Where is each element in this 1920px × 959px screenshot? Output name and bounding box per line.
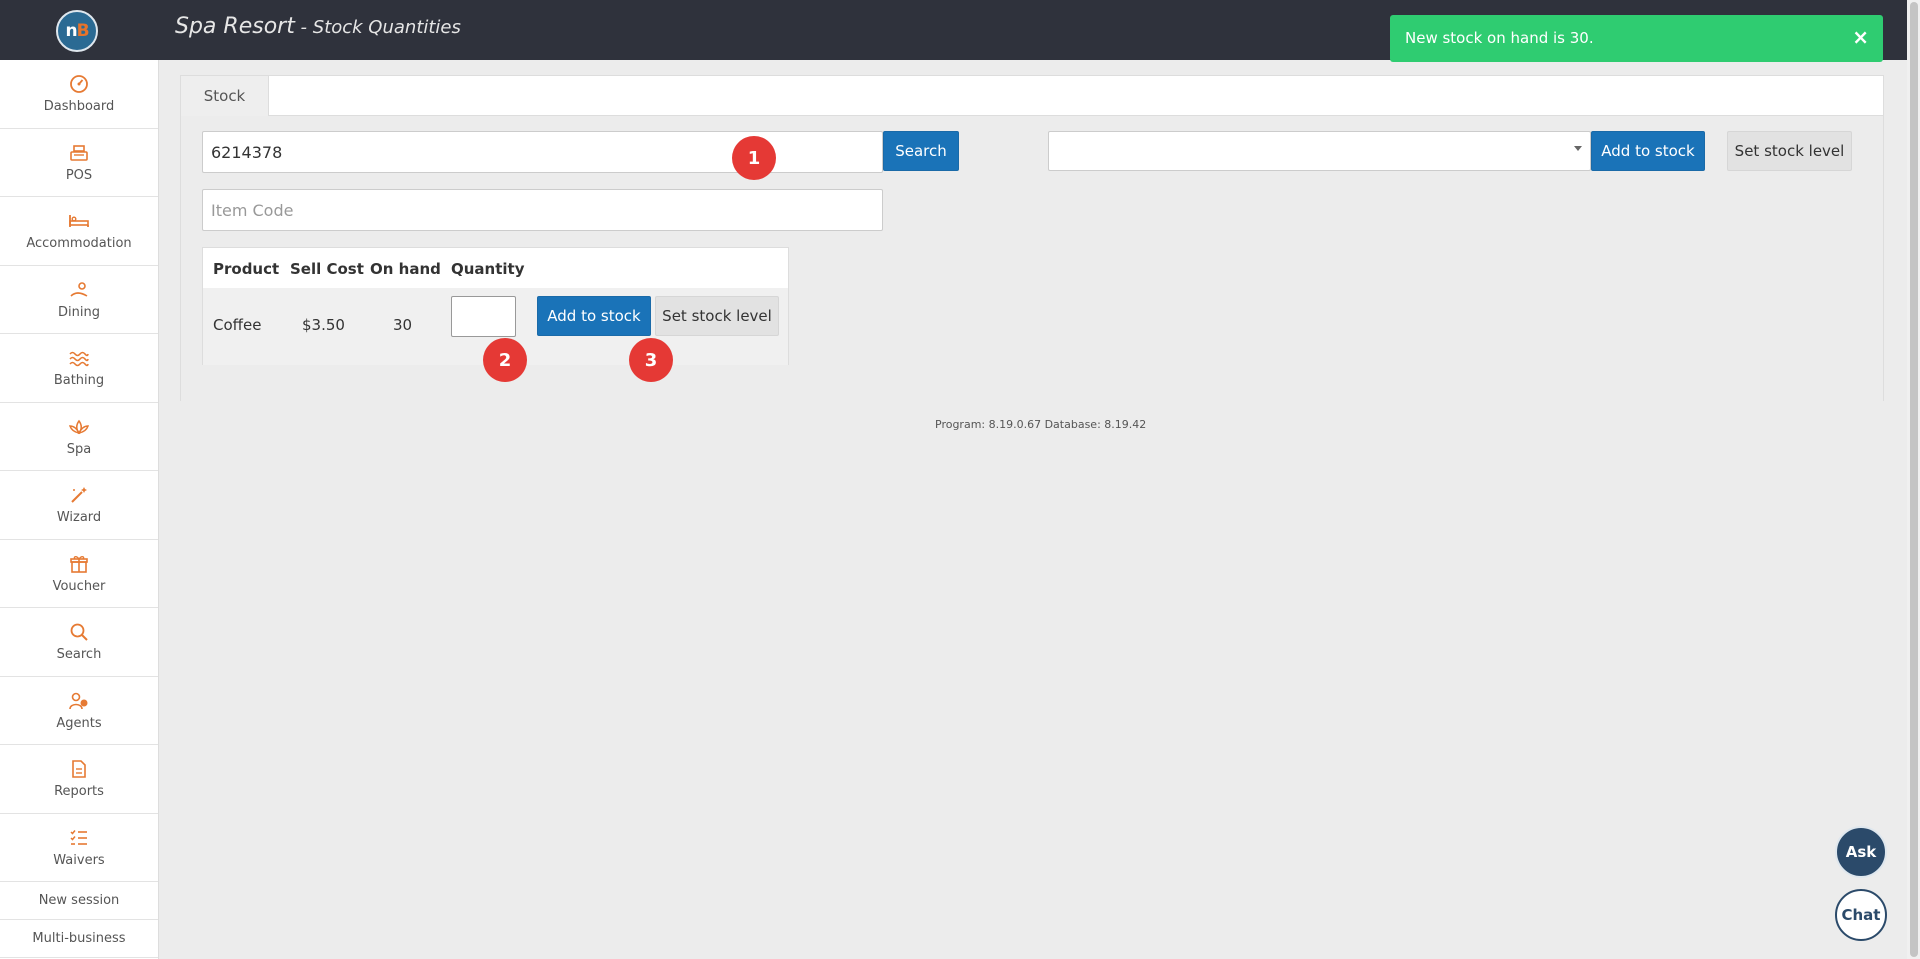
- sidebar-item-label: Reports: [54, 784, 104, 800]
- page-subtitle: - Stock Quantities: [294, 17, 461, 38]
- item-code-field[interactable]: Item Code: [202, 189, 883, 231]
- sidebar-item-reports[interactable]: Reports: [0, 745, 158, 814]
- sidebar-item-accommodation[interactable]: Accommodation: [0, 197, 158, 266]
- column-header: Quantity: [451, 260, 525, 278]
- checklist-icon: [68, 827, 90, 849]
- sidebar-item-label: Search: [56, 647, 102, 663]
- sidebar-item-dashboard[interactable]: Dashboard: [0, 60, 158, 129]
- stock-content: 6214378 Search Item Code Add to stock Se…: [181, 116, 1883, 401]
- sidebar: Dashboard POS Accommodation Dining Bathi…: [0, 60, 159, 959]
- product-cell: Coffee: [213, 316, 262, 334]
- scrollbar-thumb[interactable]: [1910, 2, 1918, 957]
- on-hand-cell: 30: [393, 316, 413, 334]
- register-icon: [68, 142, 90, 164]
- quantity-field[interactable]: [451, 296, 516, 337]
- agents-icon: [68, 690, 90, 712]
- sidebar-item-waivers[interactable]: Waivers: [0, 814, 158, 882]
- chevron-down-icon: [1574, 146, 1582, 151]
- tab-bar: Stock: [181, 76, 1883, 116]
- sidebar-item-label: Accommodation: [26, 236, 132, 252]
- stock-panel: Stock 6214378 Search Item Code Add to st…: [180, 75, 1884, 401]
- column-header: Sell Cost: [290, 260, 364, 278]
- sidebar-item-agents[interactable]: Agents: [0, 677, 158, 745]
- magic-wand-icon: [68, 484, 90, 506]
- tab-stock[interactable]: Stock: [181, 76, 269, 116]
- column-header: On hand: [370, 260, 441, 278]
- sidebar-item-label: Waivers: [53, 852, 105, 868]
- sidebar-item-bathing[interactable]: Bathing: [0, 334, 158, 403]
- gauge-icon: [68, 73, 90, 95]
- add-to-stock-button[interactable]: Add to stock: [537, 296, 651, 336]
- sidebar-item-pos[interactable]: POS: [0, 129, 158, 197]
- report-icon: [68, 758, 90, 780]
- sidebar-item-label: Bathing: [53, 373, 105, 389]
- app-logo[interactable]: nB: [56, 10, 98, 52]
- sidebar-item-label: Voucher: [52, 578, 106, 594]
- step-badge-2: 2: [483, 338, 527, 382]
- sidebar-item-search[interactable]: Search: [0, 608, 158, 677]
- waves-icon: [68, 347, 90, 369]
- gift-icon: [68, 553, 90, 575]
- sidebar-item-label: Dining: [58, 304, 100, 320]
- sidebar-item-label: Dashboard: [43, 99, 115, 115]
- search-input[interactable]: 6214378: [202, 131, 883, 173]
- sidebar-item-label: Agents: [56, 715, 102, 731]
- logo-text: nB: [65, 21, 89, 41]
- ask-button[interactable]: Ask: [1835, 826, 1887, 878]
- search-button[interactable]: Search: [883, 131, 959, 171]
- sell-cost-cell: $3.50: [302, 316, 345, 334]
- step-badge-3: 3: [629, 338, 673, 382]
- sidebar-item-label: Spa: [66, 441, 92, 457]
- sidebar-item-spa[interactable]: Spa: [0, 403, 158, 471]
- dining-icon: [68, 279, 90, 301]
- resort-name: Spa Resort: [175, 14, 295, 39]
- success-toast: New stock on hand is 30. ×: [1390, 15, 1883, 62]
- close-icon[interactable]: ×: [1852, 25, 1869, 49]
- bed-icon: [68, 210, 90, 232]
- toast-message: New stock on hand is 30.: [1405, 29, 1594, 47]
- set-stock-level-button-top[interactable]: Set stock level: [1727, 131, 1852, 171]
- search-icon: [68, 621, 90, 643]
- multi-business-link[interactable]: Multi-business: [0, 920, 158, 958]
- version-info: Program: 8.19.0.67 Database: 8.19.42: [935, 418, 1147, 431]
- sidebar-item-voucher[interactable]: Voucher: [0, 540, 158, 608]
- new-session-link[interactable]: New session: [0, 882, 158, 920]
- column-header: Product: [213, 260, 280, 278]
- lotus-icon: [68, 416, 90, 438]
- step-badge-1: 1: [732, 136, 776, 180]
- sidebar-item-label: Wizard: [56, 510, 102, 526]
- set-stock-level-button[interactable]: Set stock level: [655, 296, 779, 336]
- table-header: Product Sell Cost On hand Quantity: [203, 248, 788, 288]
- page-title: Spa Resort - Stock Quantities: [175, 14, 461, 39]
- add-to-stock-button-top[interactable]: Add to stock: [1591, 131, 1705, 171]
- chat-button[interactable]: Chat: [1835, 889, 1887, 941]
- sidebar-item-dining[interactable]: Dining: [0, 266, 158, 334]
- sidebar-item-wizard[interactable]: Wizard: [0, 471, 158, 540]
- product-select[interactable]: [1048, 131, 1591, 171]
- scrollbar[interactable]: [1907, 0, 1920, 959]
- sidebar-item-label: POS: [65, 167, 93, 183]
